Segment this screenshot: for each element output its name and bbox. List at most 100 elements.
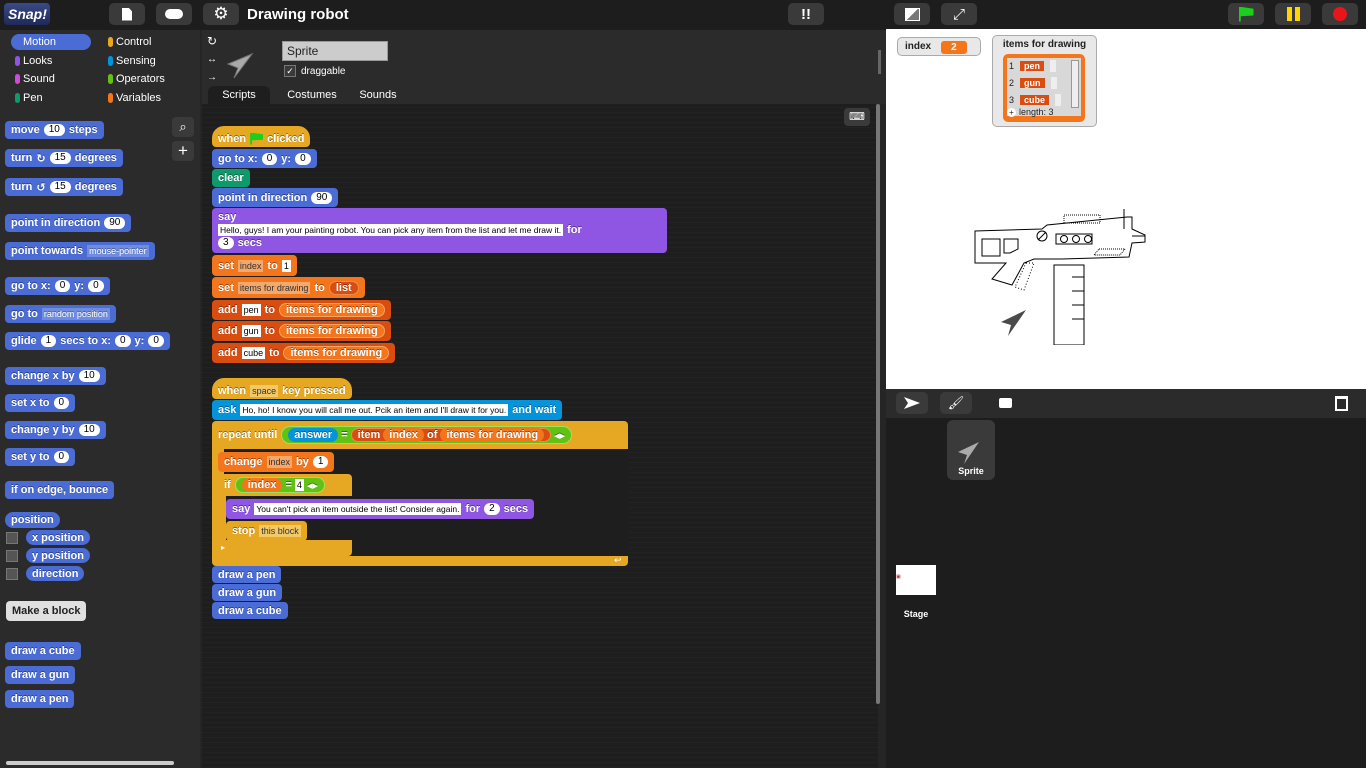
stage[interactable]: index 2 items for drawing 1 pen 2 gun 3 cube… <box>886 29 1366 389</box>
block-part[interactable]: 10 <box>78 370 100 382</box>
block-part[interactable]: 15 <box>49 152 71 164</box>
block-part[interactable]: random position <box>41 308 110 320</box>
say-text-input[interactable]: You can't pick an item outside the list!… <box>254 503 462 515</box>
unused-blocks-button[interactable]: !! <box>788 3 824 25</box>
category-control[interactable]: Control <box>104 34 184 50</box>
block-part[interactable]: 4 <box>294 479 304 491</box>
make-a-block-button[interactable]: Make a block <box>6 601 87 621</box>
custom-block-draw-pen[interactable]: draw a pen <box>5 690 75 708</box>
block-part[interactable]: 1 <box>40 335 57 347</box>
pause-button[interactable] <box>1275 3 1311 25</box>
block-part[interactable]: 0 <box>88 280 104 292</box>
tab-sounds[interactable]: Sounds <box>350 86 406 104</box>
presentation-button[interactable]: ⤢ <box>941 3 977 25</box>
block-part[interactable]: 0 <box>54 280 71 292</box>
block-part[interactable]: 1 <box>281 259 291 272</box>
ask-text-input[interactable]: Ho, ho! I know you will call me out. Pci… <box>240 404 509 416</box>
block-part[interactable]: space <box>250 384 279 397</box>
say-text-input[interactable]: Hello, guys! I am your painting robot. Y… <box>218 224 564 236</box>
block-move[interactable]: move 10 steps <box>5 121 104 139</box>
block-part[interactable]: 0 <box>114 335 131 347</box>
block-stop[interactable]: stop this block <box>226 521 307 541</box>
custom-block-draw-gun[interactable]: draw a gun <box>5 666 76 684</box>
block-part[interactable]: mouse-pointer <box>87 245 149 257</box>
block-glide[interactable]: glide 1 secs to x: 0 y: 0 <box>5 332 170 350</box>
direction-checkbox[interactable] <box>6 568 18 580</box>
scripts-scrollbar[interactable] <box>876 104 880 704</box>
category-looks[interactable]: Looks <box>11 53 91 69</box>
block-clear[interactable]: clear <box>212 169 250 187</box>
category-motion[interactable]: Motion <box>11 34 91 50</box>
block-go-to-xy[interactable]: go to x: 0 y: 0 <box>212 149 317 168</box>
category-operators[interactable]: Operators <box>104 71 184 87</box>
snap-logo[interactable]: Snap! <box>4 3 50 25</box>
reporter-direction[interactable]: direction <box>26 566 85 581</box>
block-add-gun[interactable]: add gun to items for drawing <box>212 321 391 341</box>
flip-style-icon[interactable]: ↔ <box>207 54 217 65</box>
green-flag-button[interactable] <box>1228 3 1264 25</box>
stage-icon-tile[interactable]: ▣ Stage <box>896 565 936 619</box>
hat-when-flag-clicked[interactable]: when clicked <box>212 126 311 147</box>
block-add-cube[interactable]: add cube to items for drawing <box>212 343 396 363</box>
block-part[interactable]: 0 <box>295 152 311 165</box>
add-item-icon[interactable]: + <box>1007 107 1016 117</box>
tab-costumes[interactable]: Costumes <box>278 86 346 104</box>
block-set-items-for-drawing[interactable]: set items for drawing to list <box>212 277 365 298</box>
block-part[interactable]: 0 <box>53 451 70 463</box>
block-set-x[interactable]: set x to 0 <box>5 394 76 412</box>
stage-size-toggle[interactable] <box>894 3 930 25</box>
block-part[interactable]: 10 <box>78 424 100 436</box>
stop-button[interactable] <box>1322 3 1358 25</box>
block-point-in-direction[interactable]: point in direction 90 <box>5 214 132 232</box>
block-part[interactable]: 0 <box>148 335 164 347</box>
search-button[interactable]: ⌕ <box>172 117 194 137</box>
block-part[interactable]: 1 <box>312 456 329 468</box>
block-part[interactable]: 90 <box>311 191 333 204</box>
paint-new-sprite-button[interactable]: 🖌 <box>940 392 972 414</box>
settings-button[interactable]: ⚙ <box>203 3 239 25</box>
tab-scripts[interactable]: Scripts <box>208 86 270 104</box>
say-secs-input[interactable]: 3 <box>218 237 234 249</box>
reporter-position[interactable]: position <box>5 512 60 528</box>
new-turtle-sprite-button[interactable] <box>896 392 928 414</box>
block-part[interactable]: items for drawing <box>237 281 311 294</box>
delete-sprite-button[interactable] <box>1326 392 1356 414</box>
block-draw-a-cube[interactable]: draw a cube <box>212 602 288 619</box>
sprite-icon-tile[interactable]: Sprite <box>947 420 995 480</box>
block-change-y[interactable]: change y by 10 <box>5 421 106 439</box>
add-block-button[interactable]: + <box>172 141 194 161</box>
camera-button[interactable] <box>989 392 1021 414</box>
x-position-checkbox[interactable] <box>6 532 18 544</box>
block-say-for-secs[interactable]: say Hello, guys! I am your painting robo… <box>212 208 667 253</box>
list-view[interactable]: 1 pen 2 gun 3 cube + length: 3 <box>1003 54 1085 122</box>
block-go-to-xy[interactable]: go to x: 0 y: 0 <box>5 277 110 295</box>
block-part[interactable]: 10 <box>43 124 65 136</box>
block-part[interactable]: 0 <box>53 397 70 409</box>
block-say-for-secs-2[interactable]: say You can't pick an item outside the li… <box>226 499 535 519</box>
palette-scrollbar[interactable] <box>6 761 174 765</box>
block-change-index[interactable]: change index by 1 <box>218 452 335 472</box>
block-point-towards[interactable]: point towards mouse-pointer <box>5 242 155 260</box>
y-position-checkbox[interactable] <box>6 550 18 562</box>
block-part[interactable]: index <box>237 259 264 272</box>
block-add-pen[interactable]: add pen to items for drawing <box>212 300 391 320</box>
block-part[interactable]: 15 <box>49 181 71 193</box>
cloud-button[interactable] <box>156 3 192 25</box>
block-part[interactable]: pen <box>241 304 261 316</box>
block-turn-counterclockwise[interactable]: turn ↺ 15 degrees <box>5 178 123 196</box>
keyboard-entry-button[interactable]: ⌨ <box>844 108 870 126</box>
block-change-x[interactable]: change x by 10 <box>5 367 106 385</box>
block-draw-a-gun[interactable]: draw a gun <box>212 584 283 601</box>
file-menu-button[interactable] <box>109 3 145 25</box>
block-part[interactable]: cube <box>241 347 266 359</box>
category-sensing[interactable]: Sensing <box>104 53 184 69</box>
block-part[interactable]: this block <box>259 525 301 537</box>
draggable-checkbox[interactable]: ✓ <box>284 65 296 77</box>
block-draw-a-pen[interactable]: draw a pen <box>212 566 282 583</box>
category-sound[interactable]: Sound <box>11 71 91 87</box>
block-turn-clockwise[interactable]: turn ↻ 15 degrees <box>5 149 123 167</box>
header-scrollbar[interactable] <box>878 50 881 74</box>
sprite-name-field[interactable]: Sprite <box>282 41 388 61</box>
block-part[interactable]: gun <box>241 325 261 337</box>
category-pen[interactable]: Pen <box>11 90 91 106</box>
